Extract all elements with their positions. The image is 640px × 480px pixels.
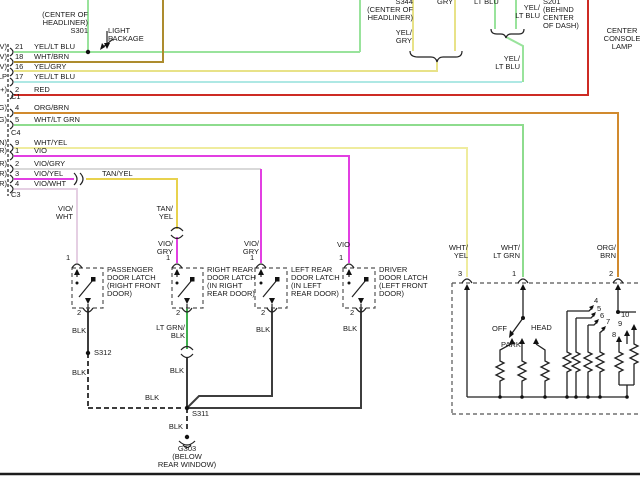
switch-pin-1: 1 bbox=[512, 270, 516, 278]
wire-vio-wht-vert: VIO/ WHT bbox=[56, 205, 73, 221]
connector-pin-number-2: 2 bbox=[15, 160, 19, 168]
switch-term-7: 7 bbox=[606, 318, 610, 326]
label-layer: (CENTER OF HEADLINER) S301 LIGHT PACKAGE S… bbox=[0, 0, 640, 480]
connector-pin-number-4: 4 bbox=[15, 104, 19, 112]
switch-term-9: 9 bbox=[618, 320, 622, 328]
s301-location: (CENTER OF HEADLINER) S301 bbox=[42, 11, 88, 35]
light-package-note: LIGHT PACKAGE bbox=[108, 27, 144, 43]
connector-pin-number-1: 1 bbox=[15, 147, 19, 155]
blk-latch1-upper: BLK bbox=[72, 327, 86, 335]
latch2-pin1: 1 bbox=[166, 254, 170, 262]
wire-wht-lt-grn-vert: WHT/ LT GRN bbox=[493, 244, 520, 260]
connector-fragment-3: R) bbox=[0, 170, 7, 178]
connector-pin-number-21: 21 bbox=[15, 43, 23, 51]
wire-tan-yel-vert: TAN/ YEL bbox=[156, 205, 173, 221]
blk-latch2: BLK bbox=[170, 367, 184, 375]
connector-pin-number-3: 3 bbox=[15, 170, 19, 178]
wire-org-brn-vert: ORG/ BRN bbox=[597, 244, 616, 260]
connector-group-C1: C1 bbox=[11, 93, 21, 101]
latch1-pin2: 2 bbox=[77, 309, 81, 317]
connector-pin-label-21: YEL/LT BLU bbox=[34, 43, 75, 51]
wire-vio-gry-latch2: VIO/ GRY bbox=[157, 240, 173, 256]
switch-term-8: 8 bbox=[612, 331, 616, 339]
switch-term-10: 10 bbox=[621, 311, 629, 319]
connector-pin-label-4: ORG/BRN bbox=[34, 104, 69, 112]
latch1-pin1: 1 bbox=[66, 254, 70, 262]
connector-group-C4: C4 bbox=[11, 129, 21, 137]
connector-pin-label-18: WHT/BRN bbox=[34, 53, 69, 61]
connector-pin-label-17: YEL/LT BLU bbox=[34, 73, 75, 81]
connector-group-C3: C3 bbox=[11, 191, 21, 199]
wire-vio-latch4: VIO bbox=[337, 241, 350, 249]
wire-lt-blu-top: LT BLU bbox=[474, 0, 499, 6]
s311: S311 bbox=[192, 410, 209, 418]
latch3-pin1: 1 bbox=[250, 254, 254, 262]
s344-location: S344 (CENTER OF HEADLINER) bbox=[367, 0, 413, 22]
g303-location: G303 (BELOW REAR WINDOW) bbox=[158, 445, 216, 469]
blk-latch1-lower: BLK bbox=[72, 369, 86, 377]
s312: S312 bbox=[94, 349, 112, 357]
s201-location: S201 (BEHIND CENTER OF DASH) bbox=[543, 0, 579, 30]
connector-pin-label-1: VIO bbox=[34, 147, 47, 155]
latch2-title: RIGHT REAR DOOR LATCH (IN RIGHT REAR DOO… bbox=[207, 266, 256, 298]
blk-latch3: BLK bbox=[256, 326, 270, 334]
s201-wire-yel-lt-blu: YEL/ LT BLU bbox=[515, 4, 540, 20]
wire-yel-lt-blu-out: YEL/ LT BLU bbox=[495, 55, 520, 71]
connector-fragment-4: R) bbox=[0, 180, 7, 188]
connector-fragment-21: V) bbox=[0, 43, 7, 51]
wiring-diagram-page: (CENTER OF HEADLINER) S301 LIGHT PACKAGE S… bbox=[0, 0, 640, 480]
center-console-lamp: CENTER CONSOLE LAMP bbox=[604, 27, 640, 51]
wire-gry-top: GRY bbox=[437, 0, 453, 6]
connector-pin-label-5: WHT/LT GRN bbox=[34, 116, 80, 124]
connector-pin-number-17: 17 bbox=[15, 73, 23, 81]
blk-latch4: BLK bbox=[343, 325, 357, 333]
switch-term-6: 6 bbox=[600, 312, 604, 320]
connector-fragment-5: G) bbox=[0, 116, 7, 124]
connector-pin-label-16: YEL/GRY bbox=[34, 63, 66, 71]
latch2-pin2: 2 bbox=[176, 309, 180, 317]
connector-pin-label-2: VIO/GRY bbox=[34, 160, 65, 168]
connector-fragment-4: G) bbox=[0, 104, 7, 112]
connector-fragment-2: (+) bbox=[0, 86, 7, 94]
connector-pin-number-5: 5 bbox=[15, 116, 19, 124]
wire-wht-yel-vert: WHT/ YEL bbox=[449, 244, 468, 260]
connector-fragment-2: R) bbox=[0, 160, 7, 168]
latch4-title: DRIVER DOOR LATCH (LEFT FRONT DOOR) bbox=[379, 266, 428, 298]
latch4-pin1: 1 bbox=[339, 254, 343, 262]
switch-pin-3: 3 bbox=[458, 270, 462, 278]
connector-pin-number-18: 18 bbox=[15, 53, 23, 61]
connector-pin-label-3: VIO/YEL bbox=[34, 170, 63, 178]
connector-pin-number-16: 16 bbox=[15, 63, 23, 71]
connector-fragment-16: V) bbox=[0, 63, 7, 71]
connector-pin-label-4: VIO/WHT bbox=[34, 180, 66, 188]
switch-pos-park: PARK bbox=[501, 341, 521, 349]
connector-pin-number-4: 4 bbox=[15, 180, 19, 188]
wire-lt-grn-blk: LT GRN/ BLK bbox=[156, 324, 185, 340]
switch-pin-2: 2 bbox=[609, 270, 613, 278]
latch3-pin2: 2 bbox=[261, 309, 265, 317]
connector-pin-label-2: RED bbox=[34, 86, 50, 94]
switch-pos-off: OFF bbox=[492, 325, 507, 333]
s344-wire-yel-gry: YEL/ GRY bbox=[396, 29, 412, 45]
blk-horizontal: BLK bbox=[145, 394, 159, 402]
blk-ground: BLK bbox=[169, 423, 183, 431]
wire-tan-yel-horiz: TAN/YEL bbox=[102, 170, 133, 178]
connector-fragment-17: LP bbox=[0, 73, 7, 81]
latch3-title: LEFT REAR DOOR LATCH (IN LEFT REAR DOOR) bbox=[291, 266, 340, 298]
connector-fragment-18: V) bbox=[0, 53, 7, 61]
latch4-pin2: 2 bbox=[350, 309, 354, 317]
switch-pos-head: HEAD bbox=[531, 324, 552, 332]
latch1-title: PASSENGER DOOR LATCH (RIGHT FRONT DOOR) bbox=[107, 266, 161, 298]
connector-fragment-1: R) bbox=[0, 147, 7, 155]
